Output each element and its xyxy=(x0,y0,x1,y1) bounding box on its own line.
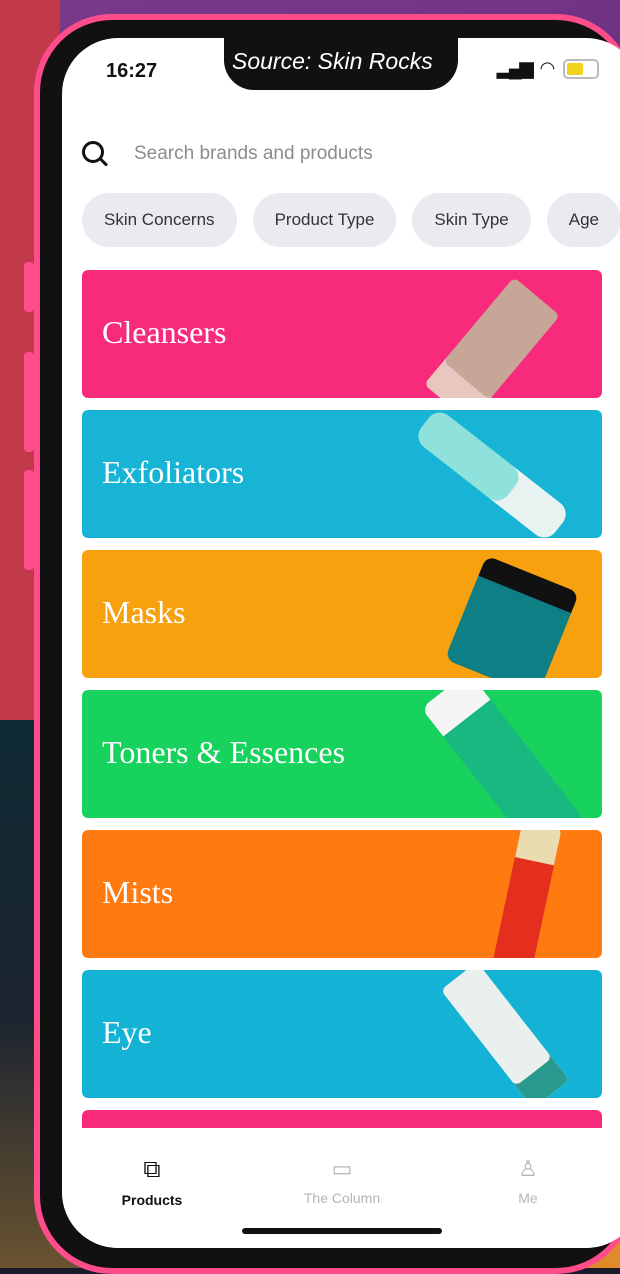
search-bar[interactable]: Search brands and products xyxy=(82,134,373,174)
chip-product-type[interactable]: Product Type xyxy=(252,193,397,247)
home-indicator xyxy=(242,1228,442,1234)
person-icon: ♙ xyxy=(518,1156,538,1181)
phone-side-button xyxy=(24,470,34,570)
category-card-toners[interactable]: Toners & Essences xyxy=(82,690,602,818)
app-screen: 16:27 ▂▄▆ ◠ Search brands and products S… xyxy=(62,38,620,1248)
phone-side-button xyxy=(24,352,34,452)
category-label: Masks xyxy=(102,594,186,630)
signal-icon: ▂▄▆ xyxy=(497,58,533,78)
book-icon: ▭ xyxy=(331,1156,353,1181)
chip-age[interactable]: Age xyxy=(546,193,620,247)
category-card-exfoliators[interactable]: Exfoliators xyxy=(82,410,602,538)
tube-image xyxy=(424,277,560,398)
category-label: Exfoliators xyxy=(102,454,245,490)
search-input[interactable]: Search brands and products xyxy=(134,143,373,165)
source-caption: Source: Skin Rocks xyxy=(232,48,433,74)
products-icon: ⧉ xyxy=(143,1156,161,1183)
bottle-image xyxy=(412,410,572,538)
tab-label: The Column xyxy=(303,1190,381,1206)
category-label: Toners & Essences xyxy=(102,734,346,770)
chip-skin-type[interactable]: Skin Type xyxy=(412,193,531,247)
filter-chips: Skin Concerns Product Type Skin Type Age xyxy=(82,193,620,247)
spray-bottle-image xyxy=(481,830,563,958)
category-card-cleansers[interactable]: Cleansers xyxy=(82,270,602,398)
category-label: Eye xyxy=(102,1014,152,1050)
phone-side-button xyxy=(24,262,34,312)
category-card-eye[interactable]: Eye xyxy=(82,970,602,1098)
status-icons: ▂▄▆ ◠ xyxy=(497,58,600,79)
tab-label: Me xyxy=(518,1190,538,1206)
jar-image xyxy=(444,555,580,678)
chip-skin-concerns[interactable]: Skin Concerns xyxy=(82,193,237,247)
category-card-mists[interactable]: Mists xyxy=(82,830,602,958)
category-label: Cleansers xyxy=(102,314,227,350)
tab-me[interactable]: ♙ Me xyxy=(458,1156,598,1206)
wifi-icon: ◠ xyxy=(539,58,556,78)
tube-image xyxy=(440,970,570,1098)
search-icon xyxy=(82,141,109,167)
bottle-image xyxy=(421,690,583,818)
status-time: 16:27 xyxy=(106,60,158,82)
category-card-masks[interactable]: Masks xyxy=(82,550,602,678)
category-label: Mists xyxy=(102,874,174,910)
battery-icon xyxy=(563,58,600,79)
tab-label: Products xyxy=(121,1192,183,1208)
tab-the-column[interactable]: ▭ The Column xyxy=(272,1156,412,1206)
tab-products[interactable]: ⧉ Products xyxy=(82,1156,222,1208)
